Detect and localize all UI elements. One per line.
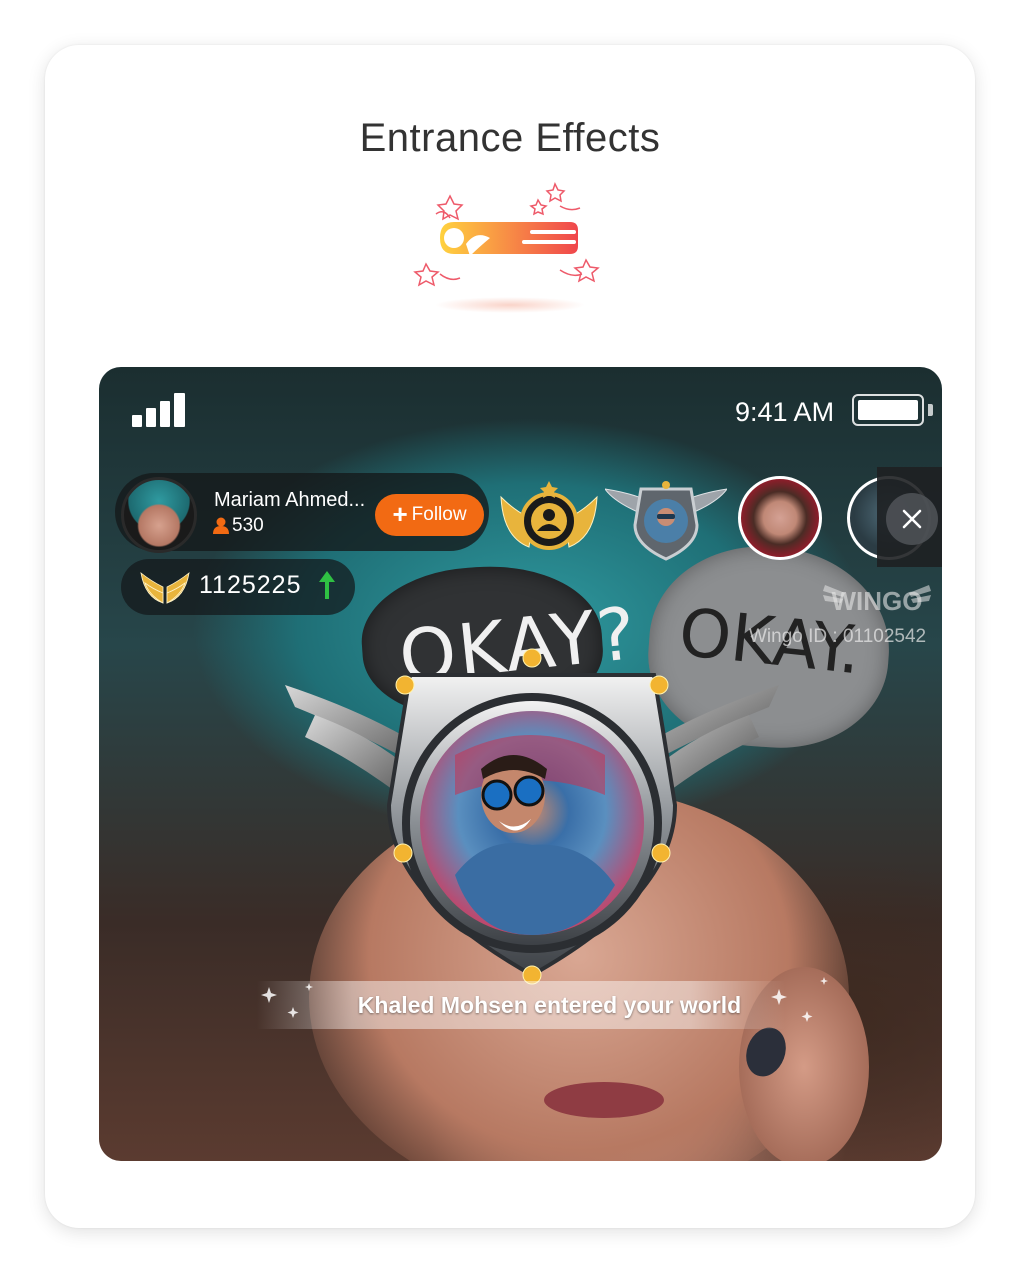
signal-icon bbox=[132, 393, 185, 427]
gold-badge-icon[interactable] bbox=[499, 477, 599, 557]
viewer-avatar[interactable] bbox=[738, 476, 822, 560]
background-lips bbox=[544, 1082, 664, 1118]
arrow-up-icon bbox=[319, 571, 335, 599]
host-follower-count: 530 bbox=[232, 515, 264, 536]
host-name: Mariam Ahmed... bbox=[214, 489, 366, 511]
entrance-frame bbox=[285, 648, 779, 985]
entrance-message: Khaled Mohsen entered your world bbox=[357, 992, 742, 1018]
person-icon bbox=[213, 517, 229, 534]
coins-value: 1125225 bbox=[199, 571, 302, 599]
battery-icon bbox=[852, 394, 924, 426]
status-time: 9:41 AM bbox=[735, 397, 835, 427]
wingo-logo: WINGO bbox=[823, 585, 931, 616]
page-title: Entrance Effects bbox=[359, 116, 661, 160]
host-avatar[interactable] bbox=[121, 477, 197, 553]
close-button[interactable] bbox=[886, 493, 938, 545]
follow-button[interactable]: + Follow bbox=[375, 494, 484, 536]
plus-icon: + bbox=[392, 499, 408, 529]
battery-tip bbox=[928, 404, 933, 416]
live-stream-preview: OKAY? OKAY. 9:41 AM Mariam Ahmed... 530 … bbox=[99, 367, 942, 1161]
close-icon bbox=[902, 509, 922, 529]
wings-icon bbox=[140, 572, 190, 604]
wingo-brand: WINGO bbox=[832, 586, 923, 616]
shield-badge-icon[interactable] bbox=[605, 479, 727, 563]
comet-icon bbox=[413, 182, 600, 313]
follow-label: Follow bbox=[411, 504, 467, 525]
